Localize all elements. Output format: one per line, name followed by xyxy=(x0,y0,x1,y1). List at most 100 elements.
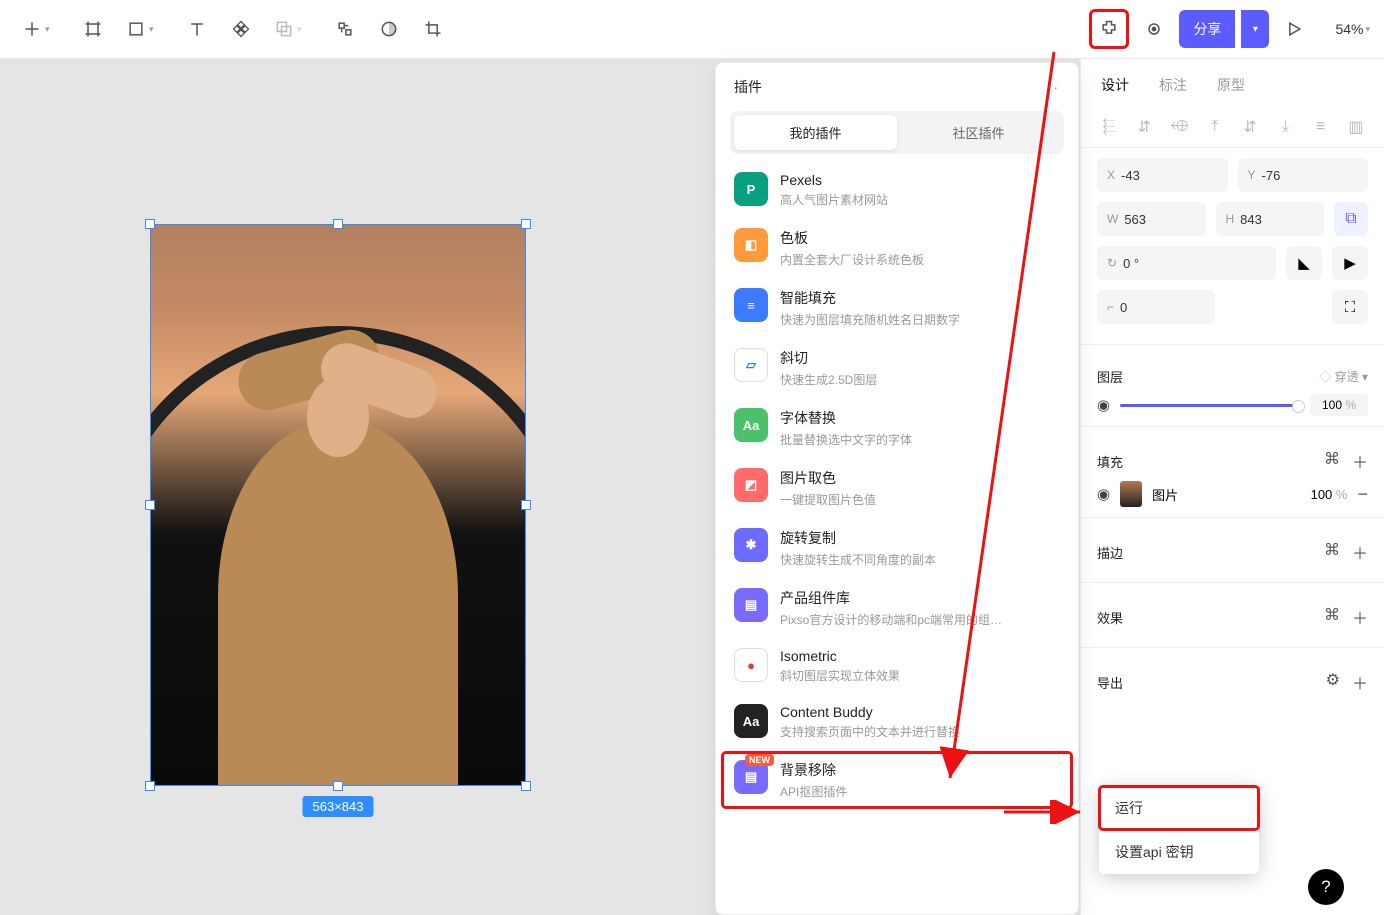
plugin-desc: 支持搜索页面中的文本并进行替换 xyxy=(780,723,960,740)
dimension-badge: 563×843 xyxy=(303,796,374,817)
component-tool[interactable] xyxy=(222,10,260,48)
align-left-icon[interactable]: ⬱ xyxy=(1097,115,1121,139)
add-export-icon[interactable]: ＋ xyxy=(1352,670,1368,694)
fill-visibility-icon[interactable]: ◉ xyxy=(1097,485,1110,503)
effects-style-icon[interactable]: ⌘ xyxy=(1324,605,1340,629)
plugin-icon: ▤ xyxy=(734,588,768,622)
add-effect-icon[interactable]: ＋ xyxy=(1352,605,1368,629)
align-right-icon[interactable]: ⬲ xyxy=(1168,115,1192,139)
selected-image[interactable]: 563×843 xyxy=(150,224,526,786)
fill-style-icon[interactable]: ⌘ xyxy=(1324,449,1340,473)
distribute-icon[interactable]: ≡ xyxy=(1309,115,1333,139)
plugin-item[interactable]: ≡ 智能填充快速为图层填充随机姓名日期数字 xyxy=(716,278,1078,338)
width-input[interactable]: W563 xyxy=(1097,202,1206,236)
opacity-value[interactable]: 100 % xyxy=(1310,394,1368,416)
independent-corners-icon[interactable]: ⛶ xyxy=(1332,290,1368,324)
constrain-proportions-icon[interactable]: ⧉ xyxy=(1334,202,1368,236)
flip-vertical-icon[interactable]: ▶ xyxy=(1332,246,1368,280)
tab-prototype[interactable]: 原型 xyxy=(1217,75,1245,95)
plugin-desc: 快速为图层填充随机姓名日期数字 xyxy=(780,311,960,328)
plugin-panel-more-icon[interactable]: ·· xyxy=(1047,79,1060,95)
height-input[interactable]: H843 xyxy=(1216,202,1325,236)
opacity-slider[interactable] xyxy=(1120,404,1300,407)
share-button[interactable]: 分享 xyxy=(1179,10,1235,48)
mask-tool[interactable] xyxy=(370,10,408,48)
frame-tool[interactable] xyxy=(74,10,112,48)
rotation-input[interactable]: ↻0 ° xyxy=(1097,246,1276,280)
tab-design[interactable]: 设计 xyxy=(1101,75,1129,95)
fill-section-title: 填充 xyxy=(1097,452,1123,471)
plugin-item[interactable]: ▱斜切快速生成2.5D图层 xyxy=(716,338,1078,398)
plugin-icon: ≡ xyxy=(734,288,768,322)
tab-my-plugins[interactable]: 我的插件 xyxy=(734,115,897,150)
plugin-desc: 一键提取图片色值 xyxy=(780,491,876,508)
tab-community-plugins[interactable]: 社区插件 xyxy=(897,115,1060,150)
align-top-icon[interactable]: ⤒ xyxy=(1203,115,1227,139)
share-dropdown[interactable]: ▾ xyxy=(1241,10,1269,48)
plugin-item[interactable]: ◩图片取色一键提取图片色值 xyxy=(716,458,1078,518)
fill-swatch[interactable] xyxy=(1120,481,1142,507)
plugin-icon: ◩ xyxy=(734,468,768,502)
present-button[interactable] xyxy=(1275,10,1313,48)
plugin-item[interactable]: ●Isometric斜切图层实现立体效果 xyxy=(716,638,1078,694)
y-input[interactable]: Y-76 xyxy=(1238,158,1369,192)
plugin-name: 产品组件库 xyxy=(780,588,1002,608)
export-settings-icon[interactable]: ⚙ xyxy=(1326,670,1340,694)
plugin-tabs: 我的插件 社区插件 xyxy=(730,111,1064,154)
plugin-name: 智能填充 xyxy=(780,288,960,308)
alignment-controls: ⬱ ⇵ ⬲ ⤒ ⇵ ⤓ ≡ ▥ xyxy=(1081,107,1384,147)
plugin-icon: ✱ xyxy=(734,528,768,562)
shape-tool[interactable]: ▾ xyxy=(118,10,172,48)
plugin-item[interactable]: ▤产品组件库Pixso官方设计的移动端和pc端常用的组… xyxy=(716,578,1078,638)
plugin-name: Isometric xyxy=(780,648,900,664)
plugin-item[interactable]: ◧色板内置全套大厂设计系统色板 xyxy=(716,218,1078,278)
context-set-api-key[interactable]: 设置api 密钥 xyxy=(1099,830,1259,874)
align-middle-icon[interactable]: ⇵ xyxy=(1238,115,1262,139)
plugin-item[interactable]: ▤NEW背景移除API抠图插件 xyxy=(722,752,1072,808)
tab-annotate[interactable]: 标注 xyxy=(1159,75,1187,95)
resize-handle[interactable] xyxy=(145,781,155,791)
visibility-icon[interactable]: ◉ xyxy=(1097,396,1110,414)
x-input[interactable]: X-43 xyxy=(1097,158,1228,192)
align-bottom-icon[interactable]: ⤓ xyxy=(1273,115,1297,139)
resize-handle[interactable] xyxy=(521,219,531,229)
crop-tool[interactable] xyxy=(414,10,452,48)
plugin-item[interactable]: AaContent Buddy支持搜索页面中的文本并进行替换 xyxy=(716,694,1078,750)
plugin-icon: ▱ xyxy=(734,348,768,382)
fill-type-label: 图片 xyxy=(1152,485,1178,504)
tidy-icon[interactable]: ▥ xyxy=(1344,115,1368,139)
text-tool[interactable] xyxy=(178,10,216,48)
plugin-item[interactable]: PPexels高人气图片素材网站 xyxy=(716,162,1078,218)
plugin-desc: 内置全套大厂设计系统色板 xyxy=(780,251,924,268)
help-badge[interactable]: ? xyxy=(1308,869,1344,905)
resize-handle[interactable] xyxy=(333,781,343,791)
plugin-panel-title: 插件 xyxy=(734,77,762,97)
corner-radius-input[interactable]: ⌐0 xyxy=(1097,290,1215,324)
plugin-panel: 插件 ·· 我的插件 社区插件 PPexels高人气图片素材网站◧色板内置全套大… xyxy=(715,62,1079,915)
resize-handle[interactable] xyxy=(521,781,531,791)
plugin-button[interactable] xyxy=(1094,14,1124,44)
fill-opacity-value[interactable]: 100 % xyxy=(1311,487,1348,502)
context-run[interactable]: 运行 xyxy=(1099,786,1259,830)
plugin-item[interactable]: ✱旋转复制快速旋转生成不同角度的副本 xyxy=(716,518,1078,578)
add-fill-icon[interactable]: ＋ xyxy=(1352,449,1368,473)
align-center-h-icon[interactable]: ⇵ xyxy=(1132,115,1156,139)
blend-mode-select[interactable]: ◇ 穿透 ▾ xyxy=(1319,368,1368,385)
plugin-item[interactable]: Aa字体替换批量替换选中文字的字体 xyxy=(716,398,1078,458)
boolean-tool[interactable]: ▾ xyxy=(266,10,320,48)
resize-handle[interactable] xyxy=(145,219,155,229)
zoom-display[interactable]: 54%▾ xyxy=(1335,21,1370,37)
resize-handle[interactable] xyxy=(333,219,343,229)
resize-handle[interactable] xyxy=(145,500,155,510)
plugin-name: 色板 xyxy=(780,228,924,248)
stroke-style-icon[interactable]: ⌘ xyxy=(1324,540,1340,564)
layer-section-title: 图层 xyxy=(1097,367,1123,386)
resize-handle[interactable] xyxy=(521,500,531,510)
move-tool[interactable]: ▾ xyxy=(14,10,68,48)
remove-fill-icon[interactable]: − xyxy=(1357,484,1368,505)
inspect-tool[interactable] xyxy=(1135,10,1173,48)
plugin-icon: ▤NEW xyxy=(734,760,768,794)
pen-tool[interactable] xyxy=(326,10,364,48)
add-stroke-icon[interactable]: ＋ xyxy=(1352,540,1368,564)
flip-horizontal-icon[interactable]: ◣ xyxy=(1286,246,1322,280)
